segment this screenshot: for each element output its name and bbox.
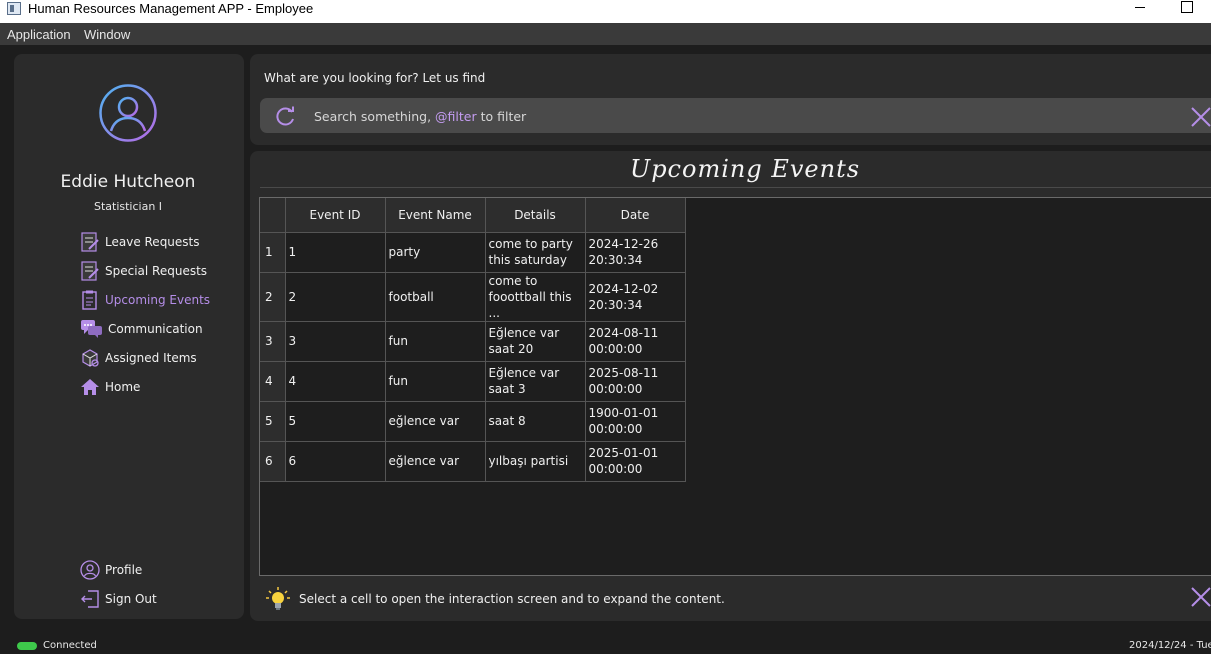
- special-requests-icon: [81, 261, 99, 281]
- cell-details[interactable]: saat 8: [485, 401, 586, 442]
- cell-date[interactable]: 2024-12-02 20:30:34: [585, 272, 686, 322]
- close-hint-icon[interactable]: [1190, 586, 1211, 608]
- clear-search-icon[interactable]: [1190, 106, 1211, 128]
- menu-application[interactable]: Application: [7, 27, 71, 42]
- refresh-icon[interactable]: [275, 106, 297, 126]
- cell-date[interactable]: 2025-01-01 00:00:00: [585, 441, 686, 482]
- nav-label: Leave Requests: [105, 235, 200, 249]
- nav-assigned-items[interactable]: Assigned Items: [80, 347, 197, 369]
- table-row: 6 6 eğlence var yılbaşı partisi 2025-01-…: [260, 441, 686, 482]
- hint-row: Select a cell to open the interaction sc…: [265, 586, 725, 612]
- search-panel: What are you looking for? Let us find Se…: [250, 54, 1211, 145]
- row-number[interactable]: 6: [260, 441, 286, 482]
- search-placeholder: Search something, @filter to filter: [314, 109, 527, 124]
- nav-label: Communication: [108, 322, 203, 336]
- leave-requests-icon: [81, 232, 99, 252]
- minimize-button[interactable]: [1130, 0, 1152, 18]
- cell-details[interactable]: come to fooottball this ...: [485, 272, 586, 322]
- cell-event-id[interactable]: 6: [285, 441, 386, 482]
- cell-event-name[interactable]: eğlence var: [385, 401, 486, 442]
- nav-label: Profile: [105, 563, 143, 577]
- cell-event-id[interactable]: 2: [285, 272, 386, 322]
- connection-status-icon: [17, 642, 37, 650]
- sidebar: Eddie Hutcheon Statistician I Leave Requ…: [14, 54, 244, 619]
- events-table-frame[interactable]: Event ID Event Name Details Date 1 1 par…: [259, 197, 1211, 576]
- search-prompt: What are you looking for? Let us find: [264, 71, 486, 85]
- row-number[interactable]: 2: [260, 272, 286, 322]
- statusbar: Connected 2024/12/24 - Tue: [0, 636, 1211, 654]
- nav-label: Special Requests: [105, 264, 208, 278]
- nav-label: Sign Out: [105, 592, 157, 606]
- nav-sign-out[interactable]: Sign Out: [80, 588, 157, 610]
- cell-event-name[interactable]: eğlence var: [385, 441, 486, 482]
- row-number[interactable]: 1: [260, 232, 286, 273]
- row-number[interactable]: 5: [260, 401, 286, 442]
- nav-label: Upcoming Events: [105, 293, 211, 307]
- table-row: 3 3 fun Eğlence var saat 20 2024-08-11 0…: [260, 321, 686, 362]
- table-row: 2 2 football come to fooottball this ...…: [260, 272, 686, 322]
- connection-status: Connected: [43, 640, 97, 651]
- communication-icon: [81, 320, 102, 338]
- title-divider: [260, 187, 1211, 188]
- cell-event-name[interactable]: football: [385, 272, 486, 322]
- lightbulb-icon: [266, 587, 290, 610]
- avatar-icon: [99, 84, 157, 142]
- cell-event-name[interactable]: fun: [385, 321, 486, 362]
- cell-event-id[interactable]: 3: [285, 321, 386, 362]
- table-row: 4 4 fun Eğlence var saat 3 2025-08-11 00…: [260, 361, 686, 402]
- nav-special-requests[interactable]: Special Requests: [80, 260, 207, 282]
- cell-event-name[interactable]: party: [385, 232, 486, 273]
- cell-event-id[interactable]: 1: [285, 232, 386, 273]
- cell-date[interactable]: 2025-08-11 00:00:00: [585, 361, 686, 402]
- cell-details[interactable]: yılbaşı partisi: [485, 441, 586, 482]
- cell-event-name[interactable]: fun: [385, 361, 486, 402]
- window-title: Human Resources Management APP - Employe…: [28, 1, 314, 16]
- table-corner[interactable]: [260, 198, 286, 233]
- table-row: 1 1 party come to party this saturday 20…: [260, 232, 686, 273]
- upcoming-events-icon: [82, 290, 97, 310]
- nav-profile[interactable]: Profile: [80, 559, 142, 581]
- nav-upcoming-events[interactable]: Upcoming Events: [80, 289, 210, 311]
- menubar: Application Window: [0, 23, 1211, 45]
- events-table: Event ID Event Name Details Date 1 1 par…: [260, 198, 686, 482]
- hint-text: Select a cell to open the interaction sc…: [299, 592, 725, 606]
- user-name: Eddie Hutcheon: [60, 172, 196, 192]
- cell-details[interactable]: come to party this saturday: [485, 232, 586, 273]
- nav-home[interactable]: Home: [80, 376, 140, 398]
- column-header-event-name[interactable]: Event Name: [385, 198, 486, 233]
- status-datetime: 2024/12/24 - Tue: [1129, 640, 1211, 651]
- cell-event-id[interactable]: 4: [285, 361, 386, 402]
- cell-details[interactable]: Eğlence var saat 3: [485, 361, 586, 402]
- sign-out-icon: [81, 590, 99, 608]
- user-role: Statistician I: [93, 200, 163, 213]
- row-number[interactable]: 4: [260, 361, 286, 402]
- nav-leave-requests[interactable]: Leave Requests: [80, 231, 200, 253]
- nav-label: Assigned Items: [105, 351, 197, 365]
- column-header-date[interactable]: Date: [585, 198, 686, 233]
- cell-date[interactable]: 2024-08-11 00:00:00: [585, 321, 686, 362]
- home-icon: [81, 379, 99, 395]
- cell-event-id[interactable]: 5: [285, 401, 386, 442]
- page-title: Upcoming Events: [629, 155, 861, 183]
- assigned-items-icon: [82, 349, 99, 367]
- column-header-details[interactable]: Details: [485, 198, 586, 233]
- window-titlebar: Human Resources Management APP - Employe…: [0, 0, 1211, 23]
- column-header-event-id[interactable]: Event ID: [285, 198, 386, 233]
- row-number[interactable]: 3: [260, 321, 286, 362]
- profile-icon: [80, 560, 100, 580]
- content-panel: Upcoming Events Event ID Event Name Deta…: [250, 151, 1211, 621]
- cell-date[interactable]: 2024-12-26 20:30:34: [585, 232, 686, 273]
- search-input[interactable]: Search something, @filter to filter: [260, 98, 1211, 133]
- table-header-row: Event ID Event Name Details Date: [260, 198, 686, 233]
- menu-window[interactable]: Window: [84, 27, 130, 42]
- nav-communication[interactable]: Communication: [80, 318, 203, 340]
- maximize-button[interactable]: [1176, 0, 1198, 18]
- nav-label: Home: [105, 380, 141, 394]
- table-row: 5 5 eğlence var saat 8 1900-01-01 00:00:…: [260, 401, 686, 442]
- cell-date[interactable]: 1900-01-01 00:00:00: [585, 401, 686, 442]
- app-icon: [7, 2, 21, 15]
- cell-details[interactable]: Eğlence var saat 20: [485, 321, 586, 362]
